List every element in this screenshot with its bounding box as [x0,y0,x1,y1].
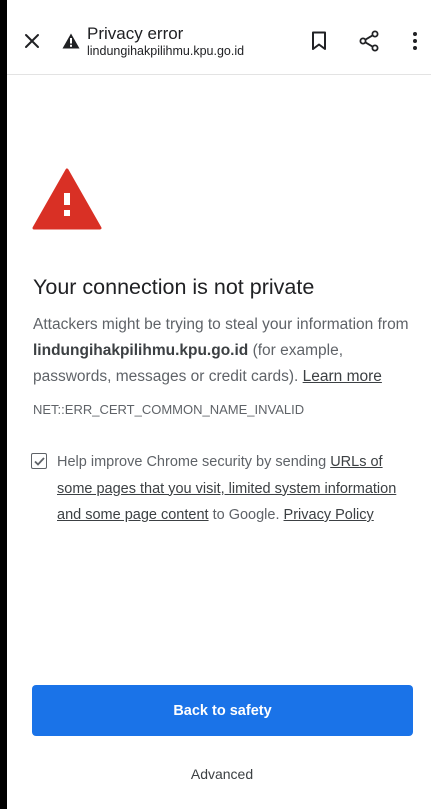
share-button[interactable] [357,29,381,53]
page-url: lindungihakpilihmu.kpu.go.id [87,44,245,58]
error-code: NET::ERR_CERT_COMMON_NAME_INVALID [33,402,305,417]
opt-in-checkbox[interactable] [31,453,47,469]
privacy-policy-link[interactable]: Privacy Policy [284,507,374,523]
back-to-safety-button[interactable]: Back to safety [32,685,413,736]
learn-more-link[interactable]: Learn more [303,368,382,385]
share-icon [359,30,379,52]
checkmark-icon [33,456,45,466]
warning-icon [62,33,80,49]
explanation-prefix: Attackers might be trying to steal your … [33,316,409,333]
close-icon [25,34,39,48]
warning-icon [32,168,102,230]
bookmark-button[interactable] [307,29,331,53]
more-options-button[interactable] [403,29,427,53]
bookmark-icon [312,31,326,50]
advanced-button[interactable]: Advanced [157,760,287,788]
page-title: Privacy error [87,24,184,43]
opt-in-label: Help improve Chrome security by sending … [57,449,407,529]
opt-in-suffix: to Google. [208,507,284,523]
site-domain: lindungihakpilihmu.kpu.go.id [33,342,249,359]
opt-in-prefix: Help improve Chrome security by sending [57,454,331,470]
close-button[interactable] [21,30,43,52]
toolbar-title-block: Privacy error lindungihakpilihmu.kpu.go.… [87,24,244,59]
custom-tab-toolbar: Privacy error lindungihakpilihmu.kpu.go.… [7,0,431,75]
interstitial-heading: Your connection is not private [33,275,315,299]
more-vert-icon [413,32,417,50]
interstitial-explanation: Attackers might be trying to steal your … [33,312,413,390]
browser-screen: Privacy error lindungihakpilihmu.kpu.go.… [7,0,431,809]
